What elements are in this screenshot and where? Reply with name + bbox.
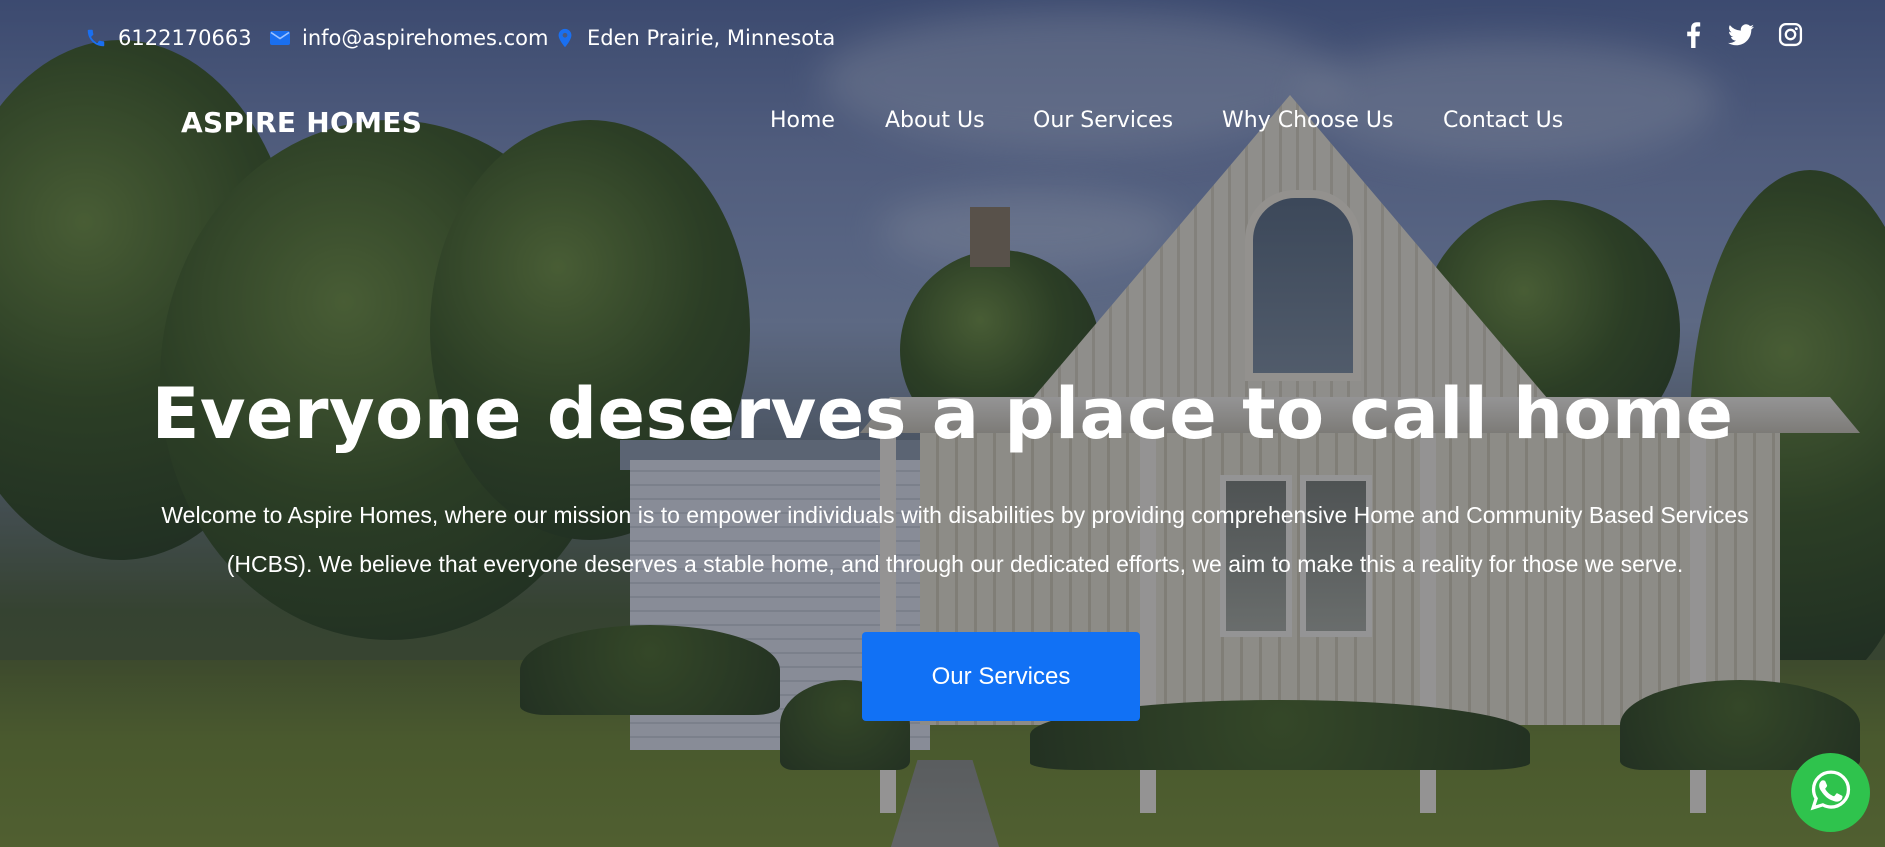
envelope-icon	[268, 26, 292, 50]
instagram-link[interactable]	[1775, 22, 1805, 52]
whatsapp-button[interactable]	[1791, 753, 1870, 832]
phone-contact[interactable]: 6122170663	[84, 22, 252, 54]
map-pin-icon	[553, 26, 577, 50]
whatsapp-icon	[1809, 768, 1853, 817]
nav-item-why-choose-us[interactable]: Why Choose Us	[1222, 108, 1394, 133]
phone-icon	[84, 26, 108, 50]
email-address: info@aspirehomes.com	[302, 26, 549, 50]
our-services-button[interactable]: Our Services	[862, 632, 1140, 721]
top-contact-bar: 6122170663 info@aspirehomes.com Eden Pra…	[0, 0, 1885, 76]
instagram-icon	[1778, 22, 1803, 52]
hero-description: Welcome to Aspire Homes, where our missi…	[161, 502, 1749, 577]
nav-item-home[interactable]: Home	[770, 108, 835, 133]
twitter-link[interactable]	[1726, 22, 1756, 52]
location-text: Eden Prairie, Minnesota	[587, 26, 836, 50]
nav-item-about-us[interactable]: About Us	[885, 108, 985, 133]
twitter-icon	[1728, 23, 1754, 51]
nav-item-our-services[interactable]: Our Services	[1033, 108, 1173, 133]
location-contact: Eden Prairie, Minnesota	[553, 22, 835, 54]
hero-title: Everyone deserves a place to call home	[151, 373, 1734, 455]
main-navigation: Home About Us Our Services Why Choose Us…	[0, 108, 1885, 148]
facebook-icon	[1685, 21, 1701, 53]
nav-item-contact-us[interactable]: Contact Us	[1443, 108, 1563, 133]
phone-number: 6122170663	[118, 26, 252, 50]
email-contact[interactable]: info@aspirehomes.com	[268, 22, 548, 54]
facebook-link[interactable]	[1678, 21, 1708, 53]
